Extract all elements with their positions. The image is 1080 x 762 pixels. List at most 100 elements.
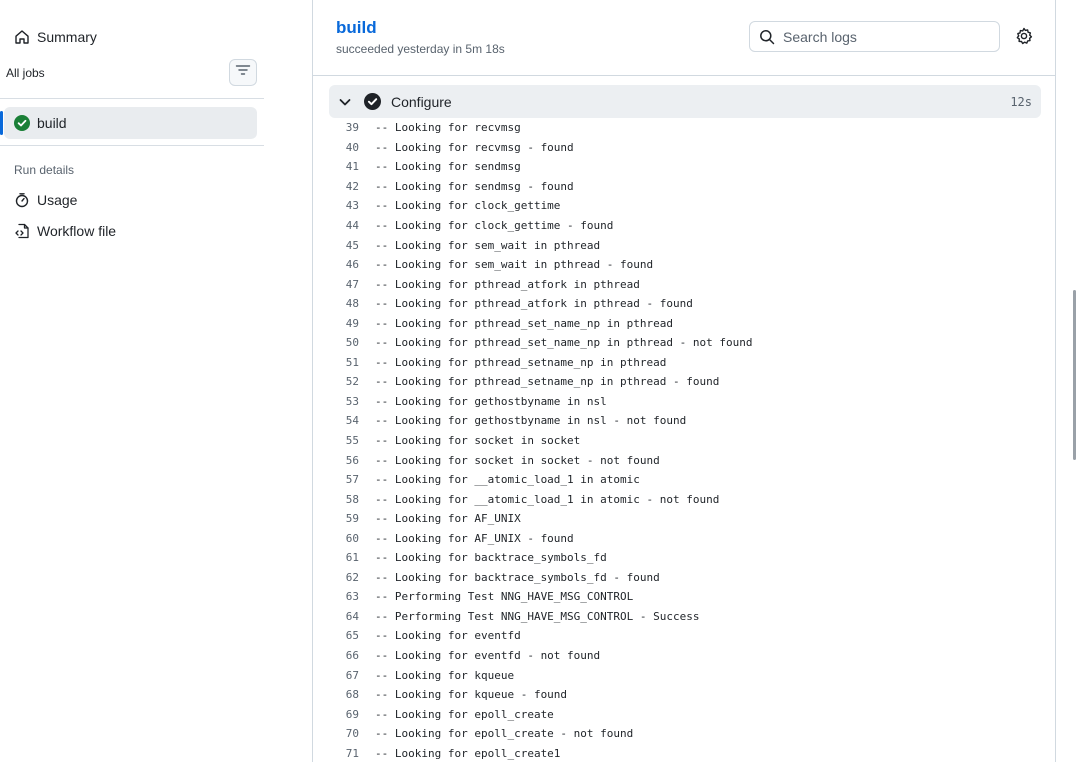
log-line-number[interactable]: 58 xyxy=(329,493,375,506)
log-line[interactable]: 47 -- Looking for pthread_atfork in pthre… xyxy=(329,274,1041,294)
log-line-number[interactable]: 44 xyxy=(329,219,375,232)
log-line-number[interactable]: 39 xyxy=(329,121,375,134)
log-line[interactable]: 53 -- Looking for gethostbyname in nsl xyxy=(329,392,1041,412)
log-line[interactable]: 52 -- Looking for pthread_setname_np in p… xyxy=(329,372,1041,392)
log-line[interactable]: 59 -- Looking for AF_UNIX xyxy=(329,509,1041,529)
check-circle-fill-icon xyxy=(14,115,30,131)
log-line-number[interactable]: 47 xyxy=(329,278,375,291)
sidebar-item-summary[interactable]: Summary xyxy=(0,23,97,51)
log-line[interactable]: 67 -- Looking for kqueue xyxy=(329,665,1041,685)
log-line-number[interactable]: 41 xyxy=(329,160,375,173)
log-line[interactable]: 64 -- Performing Test NNG_HAVE_MSG_CONTRO… xyxy=(329,607,1041,627)
log-line[interactable]: 60 -- Looking for AF_UNIX - found xyxy=(329,528,1041,548)
log-line[interactable]: 51 -- Looking for pthread_setname_np in p… xyxy=(329,353,1041,373)
log-line-number[interactable]: 57 xyxy=(329,473,375,486)
log-line-number[interactable]: 40 xyxy=(329,141,375,154)
log-line[interactable]: 49 -- Looking for pthread_set_name_np in … xyxy=(329,313,1041,333)
log-line-number[interactable]: 63 xyxy=(329,590,375,603)
log-line-text: -- Looking for __atomic_load_1 in atomic… xyxy=(375,492,720,506)
log-line-number[interactable]: 45 xyxy=(329,239,375,252)
log-line-number[interactable]: 67 xyxy=(329,669,375,682)
log-line-number[interactable]: 42 xyxy=(329,180,375,193)
log-line[interactable]: 43 -- Looking for clock_gettime xyxy=(329,196,1041,216)
log-line[interactable]: 40 -- Looking for recvmsg - found xyxy=(329,138,1041,158)
selected-indicator xyxy=(0,111,3,135)
log-line-number[interactable]: 71 xyxy=(329,747,375,760)
log-line-number[interactable]: 53 xyxy=(329,395,375,408)
log-line-number[interactable]: 50 xyxy=(329,336,375,349)
filter-jobs-button[interactable] xyxy=(229,59,257,86)
sidebar-item-label: Workflow file xyxy=(37,223,117,239)
log-line-text: -- Looking for eventfd xyxy=(375,629,521,643)
sidebar-item-usage[interactable]: Usage xyxy=(0,186,77,214)
log-line-number[interactable]: 51 xyxy=(329,356,375,369)
log-line-text: -- Looking for sem_wait in pthread xyxy=(375,238,601,252)
log-line-number[interactable]: 69 xyxy=(329,708,375,721)
log-line[interactable]: 54 -- Looking for gethostbyname in nsl - … xyxy=(329,411,1041,431)
filter-lines-icon xyxy=(235,63,251,82)
log-line[interactable]: 55 -- Looking for socket in socket xyxy=(329,431,1041,451)
log-line[interactable]: 58 -- Looking for __atomic_load_1 in atom… xyxy=(329,489,1041,509)
job-header: build succeeded yesterday in 5m 18s xyxy=(313,0,1055,76)
sidebar-item-label: Usage xyxy=(37,192,78,208)
log-line-text: -- Looking for clock_gettime - found xyxy=(375,219,614,232)
sidebar: Summary All jobs build Run details Usage… xyxy=(0,0,264,762)
log-line[interactable]: 69 -- Looking for epoll_create xyxy=(329,704,1041,724)
log-line-number[interactable]: 48 xyxy=(329,297,375,310)
log-line[interactable]: 48 -- Looking for pthread_atfork in pthre… xyxy=(329,294,1041,314)
log-line-number[interactable]: 68 xyxy=(329,688,375,701)
log-line-text: -- Looking for pthread_set_name_np in pt… xyxy=(375,316,674,330)
log-line-number[interactable]: 56 xyxy=(329,454,375,467)
step-configure-header[interactable]: Configure 12s xyxy=(329,85,1041,118)
log-line-text: -- Performing Test NNG_HAVE_MSG_CONTROL xyxy=(375,590,634,604)
log-line-number[interactable]: 61 xyxy=(329,551,375,564)
log-line-number[interactable]: 46 xyxy=(329,258,375,271)
log-line[interactable]: 65 -- Looking for eventfd xyxy=(329,626,1041,646)
job-title[interactable]: build xyxy=(336,18,377,38)
log-line-number[interactable]: 70 xyxy=(329,727,375,740)
log-line-number[interactable]: 60 xyxy=(329,532,375,545)
log-line-number[interactable]: 59 xyxy=(329,512,375,525)
log-line-text: -- Performing Test NNG_HAVE_MSG_CONTROL … xyxy=(375,609,700,623)
log-line-text: -- Looking for recvmsg - found xyxy=(375,140,574,154)
log-line[interactable]: 45 -- Looking for sem_wait in pthread xyxy=(329,235,1041,255)
log-line[interactable]: 42 -- Looking for sendmsg - found xyxy=(329,177,1041,197)
page-scrollbar[interactable] xyxy=(1073,290,1076,460)
log-line-number[interactable]: 66 xyxy=(329,649,375,662)
sidebar-item-workflow-file[interactable]: Workflow file xyxy=(0,217,116,245)
gear-icon[interactable] xyxy=(1015,27,1033,45)
log-line[interactable]: 57 -- Looking for __atomic_load_1 in atom… xyxy=(329,470,1041,490)
log-line-text: -- Looking for eventfd - not found xyxy=(375,649,601,663)
search-logs-field[interactable] xyxy=(749,21,1000,52)
search-logs-input[interactable] xyxy=(783,28,983,45)
log-line[interactable]: 71 -- Looking for epoll_create1 xyxy=(329,744,1041,762)
log-line-number[interactable]: 62 xyxy=(329,571,375,584)
log-line[interactable]: 66 -- Looking for eventfd - not found xyxy=(329,646,1041,666)
log-line-number[interactable]: 52 xyxy=(329,375,375,388)
log-line[interactable]: 62 -- Looking for backtrace_symbols_fd - … xyxy=(329,568,1041,588)
log-output: 39 -- Looking for recvmsg 40 -- Looking for… xyxy=(329,118,1041,762)
log-line[interactable]: 61 -- Looking for backtrace_symbols_fd xyxy=(329,548,1041,568)
log-line-number[interactable]: 49 xyxy=(329,317,375,330)
log-line-number[interactable]: 65 xyxy=(329,629,375,642)
log-line-number[interactable]: 55 xyxy=(329,434,375,447)
log-line-text: -- Looking for kqueue xyxy=(375,668,515,682)
log-line[interactable]: 39 -- Looking for recvmsg xyxy=(329,118,1041,138)
log-line[interactable]: 56 -- Looking for socket in socket - not … xyxy=(329,450,1041,470)
job-item-build[interactable]: build xyxy=(4,107,257,139)
log-line-number[interactable]: 43 xyxy=(329,199,375,212)
log-line[interactable]: 44 -- Looking for clock_gettime - found xyxy=(329,216,1041,236)
all-jobs-header: All jobs xyxy=(0,58,264,86)
log-line[interactable]: 70 -- Looking for epoll_create - not foun… xyxy=(329,724,1041,744)
log-line-number[interactable]: 54 xyxy=(329,414,375,427)
log-line[interactable]: 63 -- Performing Test NNG_HAVE_MSG_CONTRO… xyxy=(329,587,1041,607)
log-line[interactable]: 41 -- Looking for sendmsg xyxy=(329,157,1041,177)
log-line-text: -- Looking for pthread_atfork in pthread… xyxy=(375,297,693,311)
log-line[interactable]: 68 -- Looking for kqueue - found xyxy=(329,685,1041,705)
log-line-text: -- Looking for backtrace_symbols_fd xyxy=(375,551,607,565)
log-line-text: -- Looking for sendmsg xyxy=(375,160,521,174)
log-line[interactable]: 50 -- Looking for pthread_set_name_np in … xyxy=(329,333,1041,353)
run-details-heading: Run details xyxy=(14,163,75,177)
log-line[interactable]: 46 -- Looking for sem_wait in pthread - f… xyxy=(329,255,1041,275)
log-line-number[interactable]: 64 xyxy=(329,610,375,623)
